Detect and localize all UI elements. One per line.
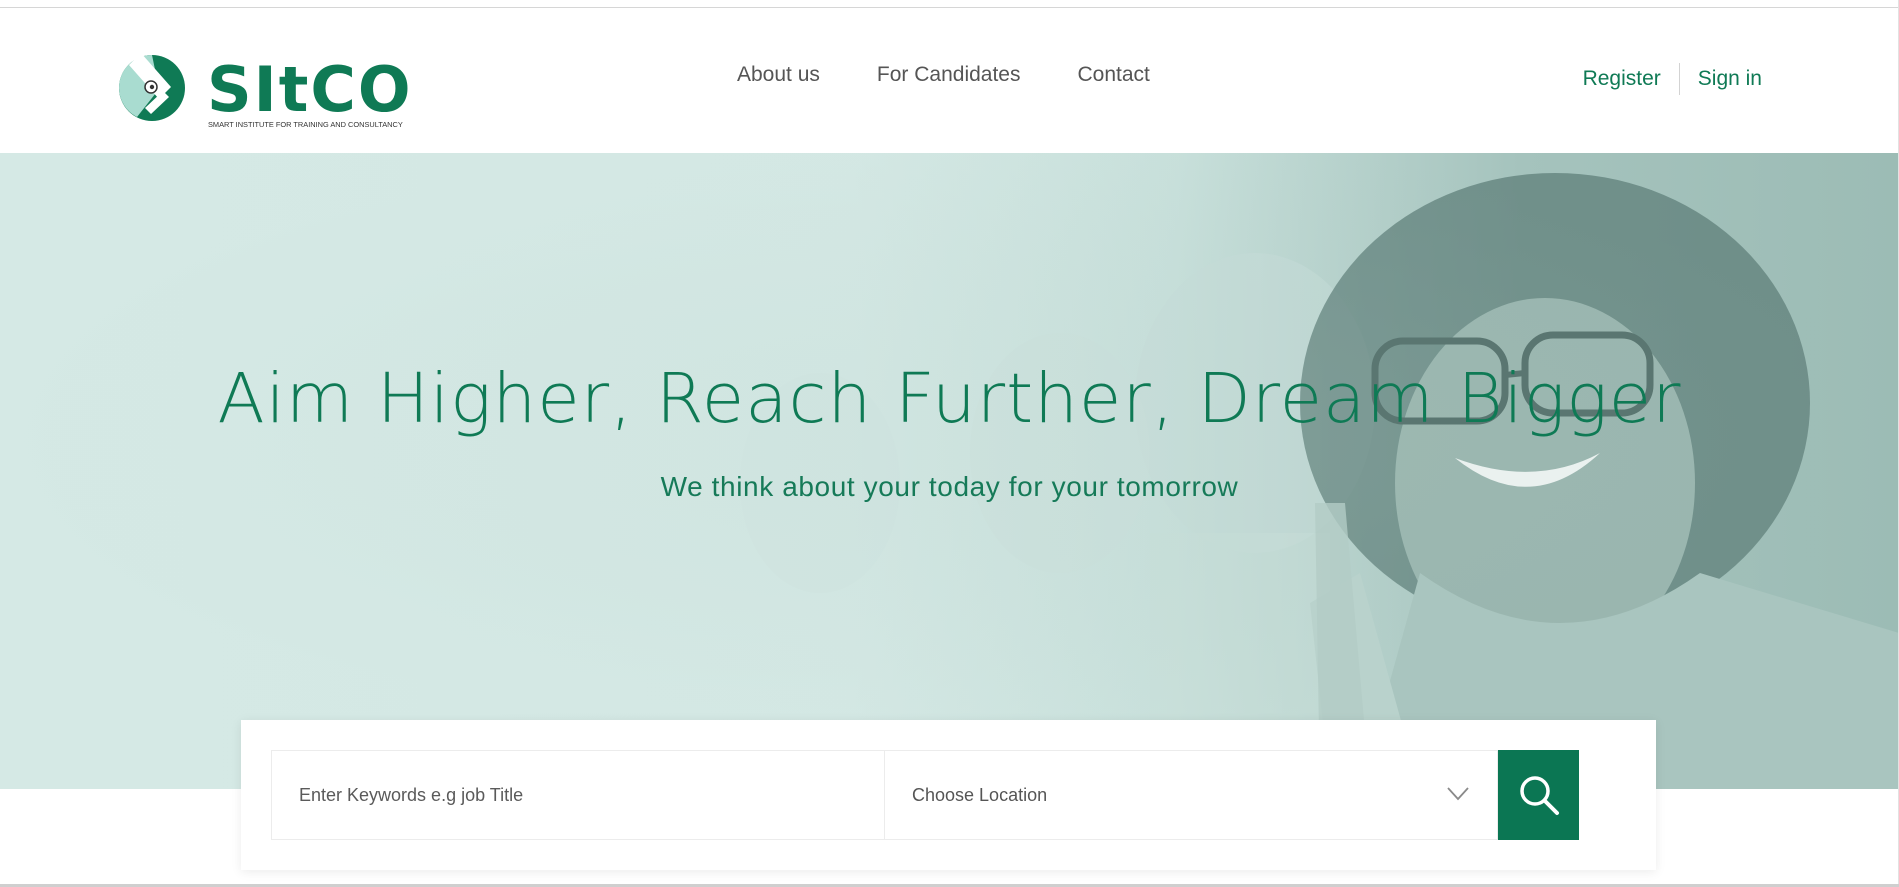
job-search-card: Choose Location — [241, 720, 1656, 870]
chevron-down-icon — [1447, 787, 1469, 801]
search-icon — [1519, 776, 1559, 815]
nav-for-candidates[interactable]: For Candidates — [877, 63, 1021, 87]
hero-title: Aim Higher, Reach Further, Dream Bigger — [217, 359, 1682, 439]
location-select-value: Choose Location — [912, 785, 1048, 805]
hero-subtitle: We think about your today for your tomor… — [660, 471, 1239, 502]
search-row: Choose Location — [271, 750, 1579, 840]
hero-banner: Aim Higher, Reach Further, Dream Bigger … — [0, 153, 1899, 789]
signin-link[interactable]: Sign in — [1698, 67, 1762, 91]
main-nav: About us For Candidates Contact — [737, 63, 1150, 87]
keyword-field — [271, 750, 885, 840]
auth-links: Register Sign in — [1583, 63, 1762, 95]
location-select[interactable]: Choose Location — [885, 750, 1498, 840]
register-link[interactable]: Register — [1583, 67, 1661, 91]
auth-divider — [1678, 63, 1680, 95]
keyword-input[interactable] — [272, 751, 884, 839]
nav-about-us[interactable]: About us — [737, 63, 820, 87]
logo-wordmark: SItCO — [207, 53, 413, 126]
sitco-logo[interactable]: SItCO SMART INSTITUTE FOR TRAINING AND C… — [115, 53, 415, 133]
search-button[interactable] — [1498, 750, 1579, 840]
nav-contact[interactable]: Contact — [1077, 63, 1149, 87]
logo-tagline: SMART INSTITUTE FOR TRAINING AND CONSULT… — [208, 120, 403, 129]
site-header: SItCO SMART INSTITUTE FOR TRAINING AND C… — [0, 8, 1899, 153]
